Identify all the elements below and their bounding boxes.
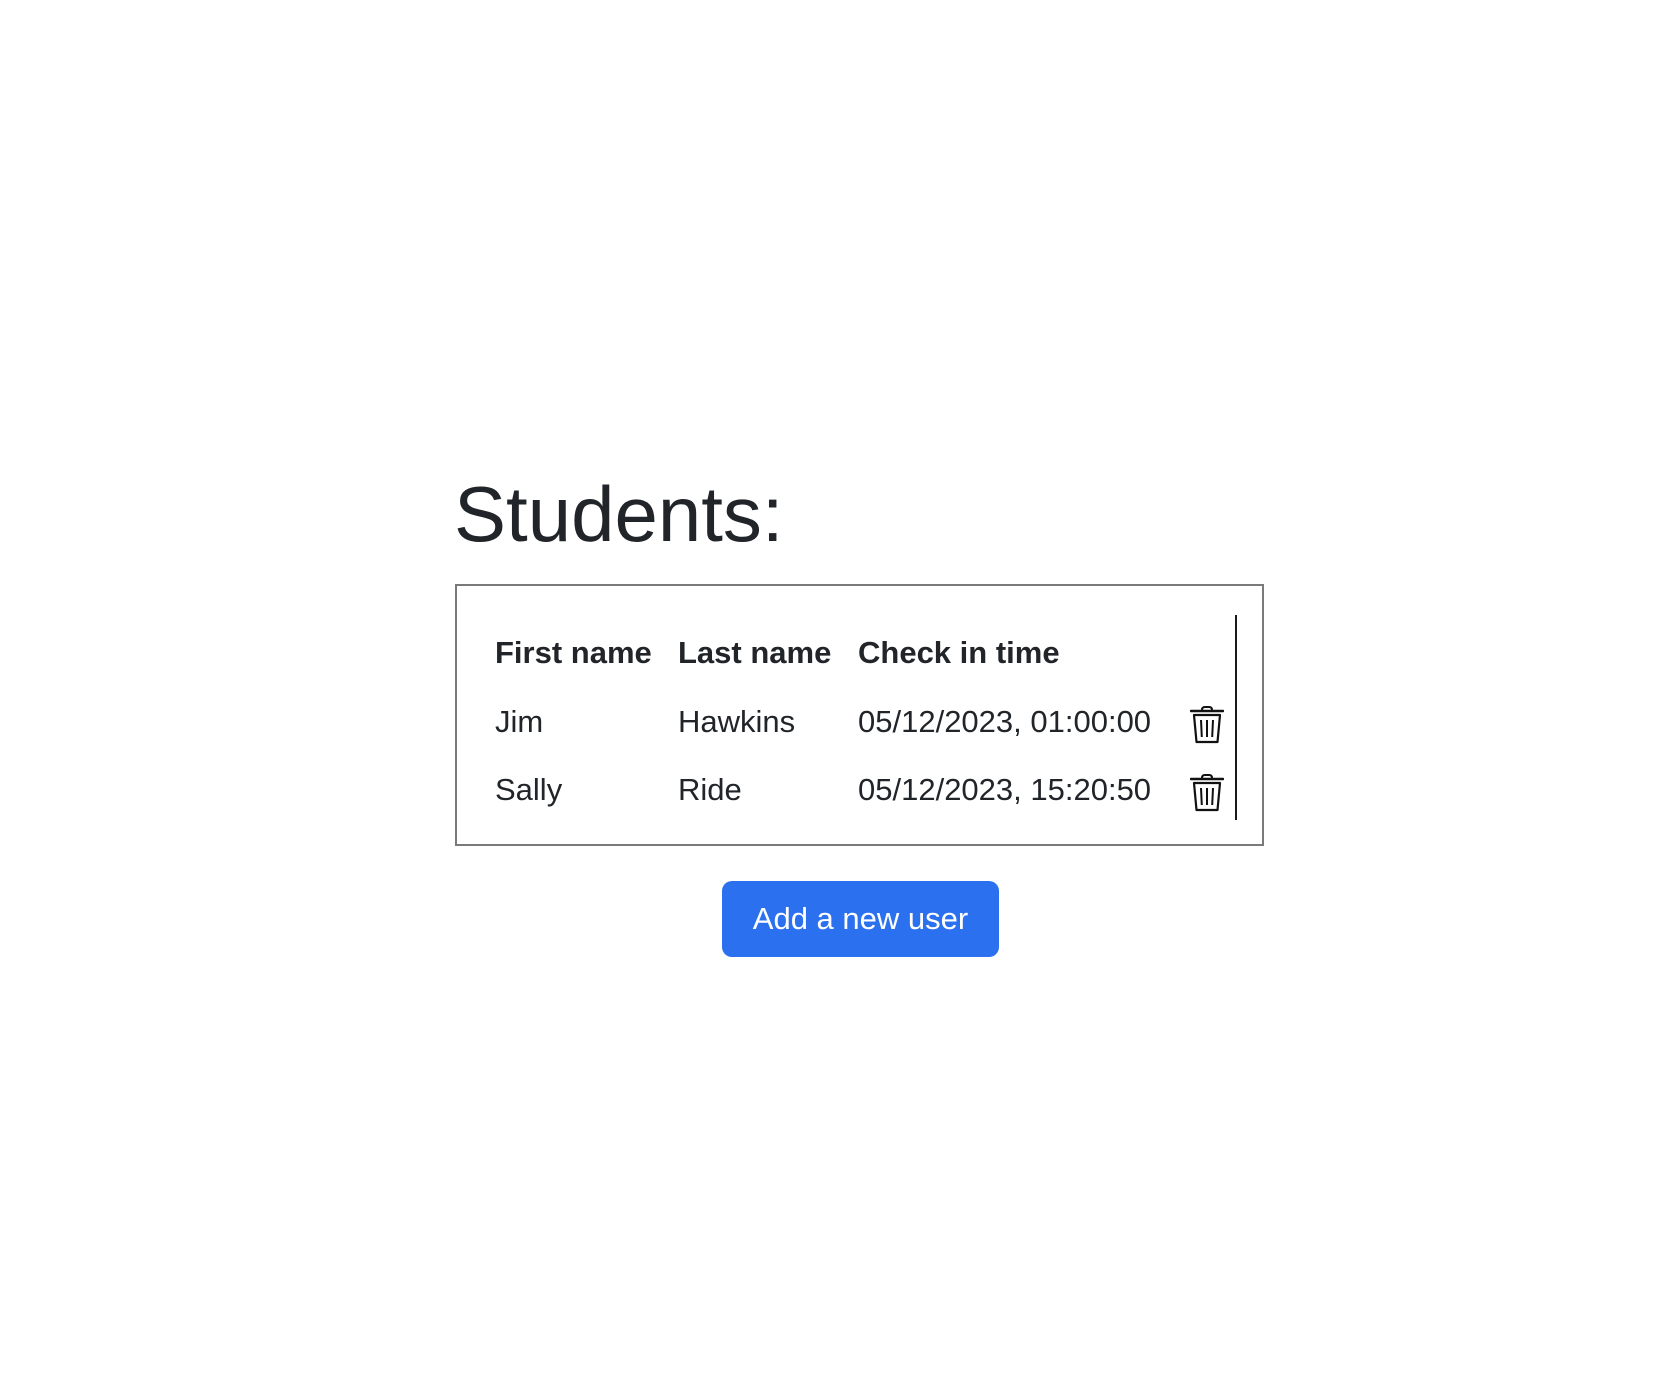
trash-icon	[1190, 706, 1224, 744]
table-row: Sally Ride 05/12/2023, 15:20:50	[457, 765, 1227, 815]
cell-first-name: Jim	[495, 704, 544, 739]
trash-icon	[1190, 774, 1224, 812]
header-check-in-time: Check in time	[858, 635, 1060, 670]
students-table: First name Last name Check in time Jim H…	[455, 584, 1264, 846]
delete-row-button[interactable]	[1190, 774, 1224, 812]
table-row: Jim Hawkins 05/12/2023, 01:00:00	[457, 697, 1227, 747]
cell-last-name: Ride	[678, 772, 742, 807]
cell-check-in-time: 05/12/2023, 01:00:00	[858, 704, 1152, 739]
header-first-name: First name	[495, 635, 652, 670]
table-divider	[1235, 615, 1237, 820]
cell-first-name: Sally	[495, 772, 563, 807]
cell-last-name: Hawkins	[678, 704, 796, 739]
cell-check-in-time: 05/12/2023, 15:20:50	[858, 772, 1152, 807]
add-user-button[interactable]: Add a new user	[722, 881, 999, 957]
header-last-name: Last name	[678, 635, 832, 670]
page-title: Students:	[454, 470, 784, 558]
table-header-row: First name Last name Check in time	[457, 628, 1227, 678]
delete-row-button[interactable]	[1190, 706, 1224, 744]
